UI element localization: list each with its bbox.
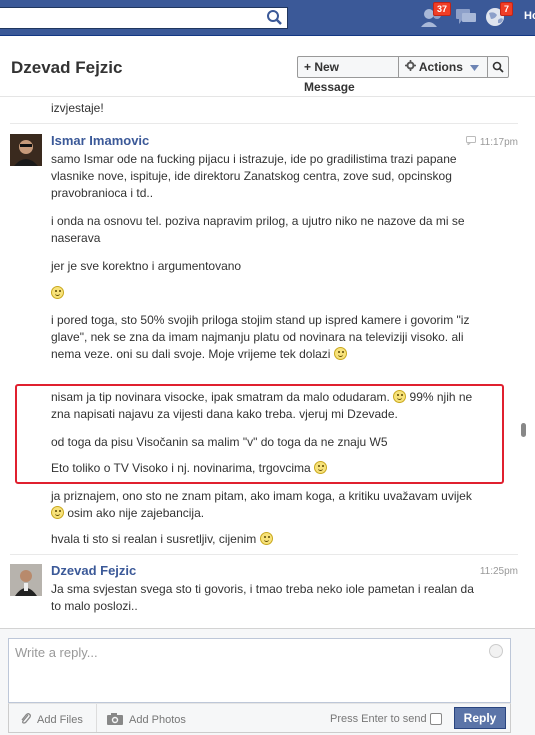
- messages-icon[interactable]: [453, 5, 481, 31]
- message-author[interactable]: Dzevad Fejzic: [51, 563, 136, 578]
- new-message-button[interactable]: + New Message: [297, 56, 399, 94]
- composer-toolbar: Add Files Add Photos Press Enter to send…: [8, 703, 511, 733]
- actions-label: Actions: [418, 60, 463, 74]
- divider: [10, 123, 518, 124]
- message-text: samo Ismar ode na fucking pijacu i istra…: [51, 152, 457, 200]
- smiley-icon: [259, 532, 273, 545]
- message-text-content: osim ako nije zajebancija.: [67, 506, 205, 520]
- add-files-label: Add Files: [37, 714, 83, 726]
- avatar[interactable]: [10, 564, 42, 596]
- message-text: Ja sma svjestan svega sto ti govoris, i …: [51, 582, 474, 613]
- reply-composer: Add Files Add Photos Press Enter to send…: [0, 628, 535, 735]
- notifications-icon[interactable]: 7: [484, 2, 514, 31]
- search-icon: [492, 61, 504, 76]
- top-bar: 37 7 Ho: [0, 0, 535, 36]
- message-text: i pored toga, sto 50% svojih priloga sto…: [51, 312, 481, 363]
- message-text: ja priznajem, ono sto ne znam pitam, ako…: [51, 488, 481, 522]
- message-text-content: hvala ti sto si realan i susretljiv, cij…: [51, 532, 257, 546]
- divider: [10, 554, 518, 555]
- reply-input[interactable]: [8, 638, 511, 703]
- gear-icon: [405, 57, 416, 77]
- conversation-header: Dzevad Fejzic + New Message Actions: [0, 37, 535, 97]
- friend-requests-icon[interactable]: 37: [420, 2, 452, 31]
- message-time: 11:17pm: [465, 136, 518, 148]
- notifications-badge: 7: [500, 2, 514, 16]
- message-time-text: 11:17pm: [479, 137, 518, 148]
- message-author[interactable]: Ismar Imamovic: [51, 133, 149, 148]
- chevron-down-icon: [470, 57, 480, 77]
- message-emoticon-line: [51, 285, 481, 302]
- press-enter-label: Press Enter to send: [330, 713, 427, 725]
- smiley-icon: [333, 347, 347, 360]
- add-photos-label: Add Photos: [129, 714, 186, 726]
- highlight-box: [15, 384, 504, 484]
- message-text: jer je sve korektno i argumentovano: [51, 259, 242, 273]
- press-enter-checkbox[interactable]: [430, 713, 442, 725]
- new-message-label: + New Message: [304, 60, 355, 94]
- divider: [96, 704, 97, 732]
- page-title: Dzevad Fejzic: [11, 58, 123, 77]
- scrollbar-thumb[interactable]: [521, 423, 526, 437]
- camera-icon: [106, 712, 124, 729]
- add-photos-button[interactable]: Add Photos: [106, 712, 186, 729]
- actions-button[interactable]: Actions: [398, 56, 488, 78]
- avatar[interactable]: [10, 134, 42, 166]
- home-link[interactable]: Ho: [524, 10, 535, 22]
- message-text-content: ja priznajem, ono sto ne znam pitam, ako…: [51, 489, 472, 503]
- friend-requests-badge: 37: [433, 2, 452, 16]
- paperclip-icon: [19, 712, 33, 729]
- previous-message-tail: izvjestaje!: [51, 101, 104, 115]
- search-input[interactable]: [0, 7, 288, 29]
- message-list: izvjestaje! Ismar Imamovic 11:17pm samo …: [0, 98, 518, 618]
- search-icon[interactable]: [265, 8, 285, 28]
- scrollbar[interactable]: [520, 98, 528, 618]
- message-text: hvala ti sto si realan i susretljiv, cij…: [51, 531, 481, 548]
- smiley-icon: [51, 506, 64, 519]
- conversation-search-button[interactable]: [487, 56, 509, 78]
- emoticon-icon[interactable]: [489, 644, 503, 658]
- chat-icon: [465, 136, 476, 148]
- smiley-icon: [51, 286, 64, 299]
- message-text-content: i pored toga, sto 50% svojih priloga sto…: [51, 313, 470, 361]
- add-files-button[interactable]: Add Files: [19, 712, 83, 729]
- reply-button[interactable]: Reply: [454, 707, 506, 729]
- message-text: i onda na osnovu tel. poziva napravim pr…: [51, 214, 465, 245]
- message-time: 11:25pm: [479, 566, 518, 577]
